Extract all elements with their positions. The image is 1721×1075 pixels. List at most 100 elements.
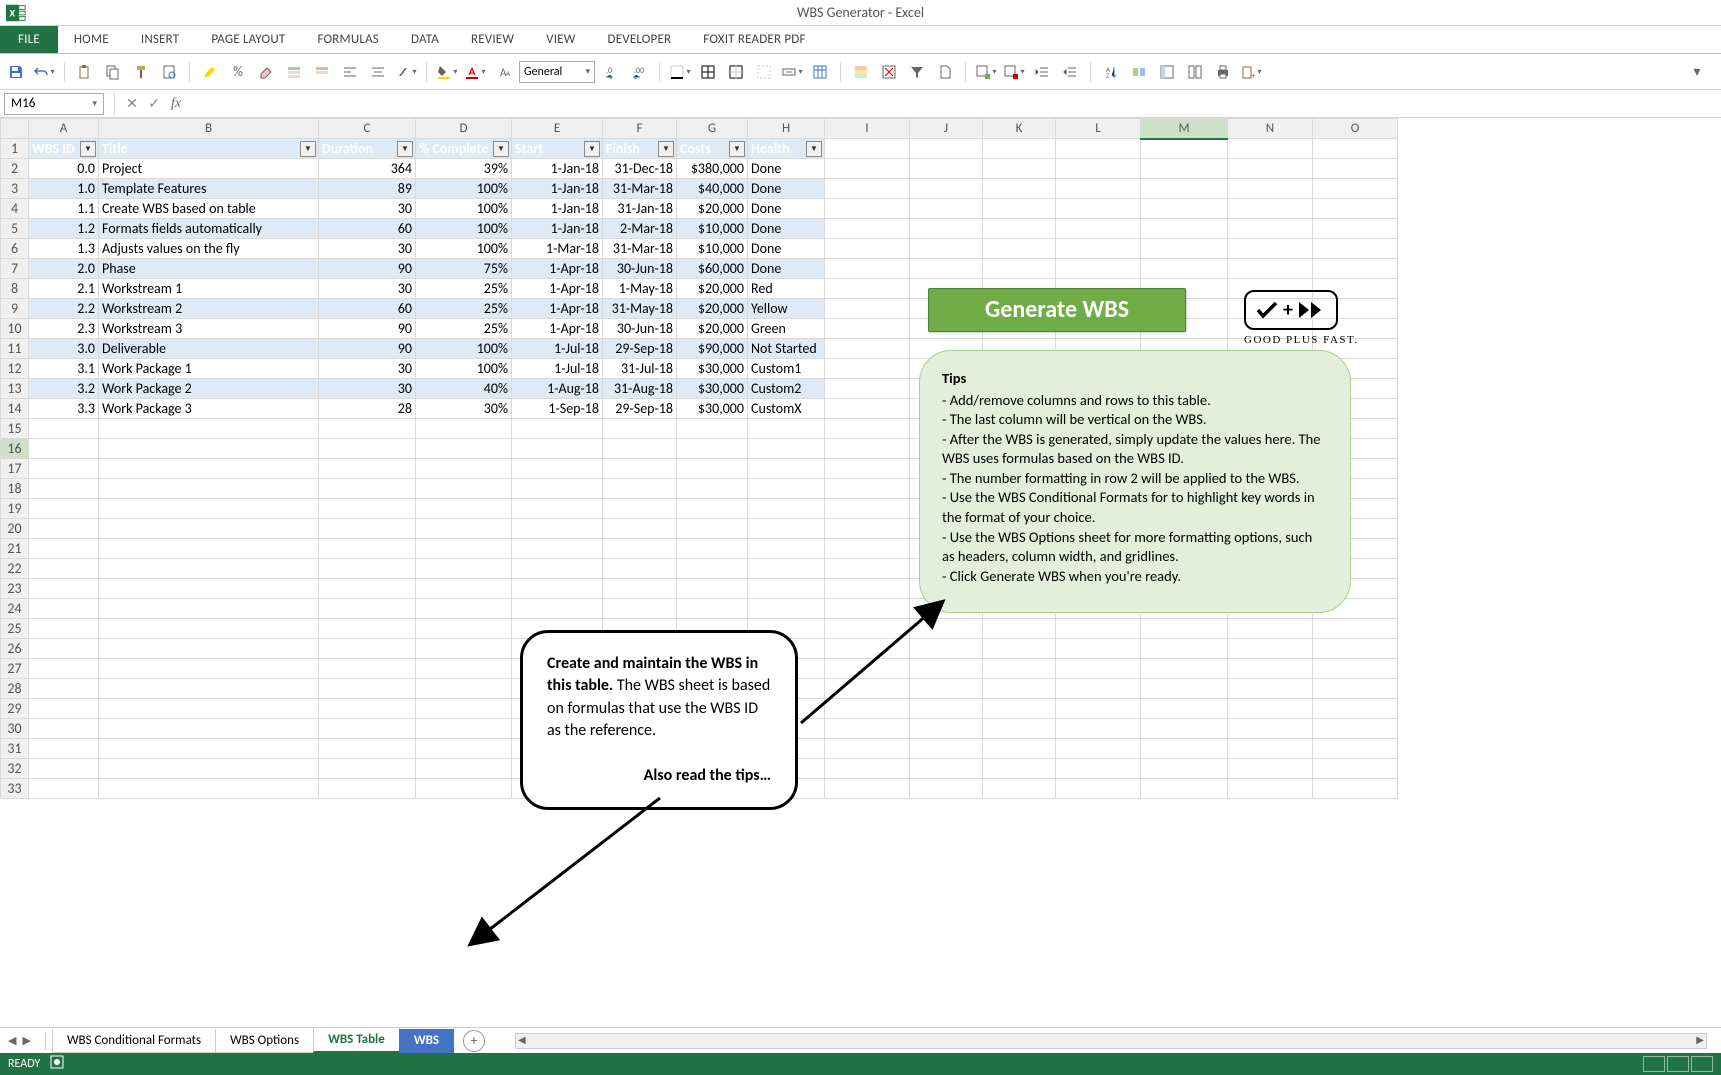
cell-E2[interactable]: 1-Jan-18 — [512, 159, 603, 179]
merge-center-icon[interactable]: ▾ — [780, 60, 804, 84]
cell-K4[interactable] — [983, 199, 1056, 219]
cell-F4[interactable]: 31-Jan-18 — [603, 199, 677, 219]
cell-A6[interactable]: 1.3 — [29, 239, 99, 259]
autosum-icon[interactable] — [1127, 60, 1151, 84]
row-header-8[interactable]: 8 — [1, 279, 29, 299]
align-left-icon[interactable] — [338, 60, 362, 84]
cell-F16[interactable] — [603, 439, 677, 459]
cell-I13[interactable] — [825, 379, 910, 399]
row-header-12[interactable]: 12 — [1, 359, 29, 379]
row-header-11[interactable]: 11 — [1, 339, 29, 359]
row-header-19[interactable]: 19 — [1, 499, 29, 519]
cell-H22[interactable] — [748, 559, 825, 579]
cell-B19[interactable] — [99, 499, 319, 519]
freeze-panes-icon[interactable] — [1155, 60, 1179, 84]
cell-G22[interactable] — [677, 559, 748, 579]
cell-I10[interactable] — [825, 319, 910, 339]
cell-C4[interactable]: 30 — [319, 199, 416, 219]
cell-B16[interactable] — [99, 439, 319, 459]
cell-J30[interactable] — [910, 719, 983, 739]
cell-F20[interactable] — [603, 519, 677, 539]
col-header-J[interactable]: J — [910, 119, 983, 139]
cell-F17[interactable] — [603, 459, 677, 479]
cell-F9[interactable]: 31-May-18 — [603, 299, 677, 319]
row-header-31[interactable]: 31 — [1, 739, 29, 759]
cell-N6[interactable] — [1228, 239, 1313, 259]
cell-D30[interactable] — [416, 719, 512, 739]
cell-F8[interactable]: 1-May-18 — [603, 279, 677, 299]
cell-K7[interactable] — [983, 259, 1056, 279]
cell-N28[interactable] — [1228, 679, 1313, 699]
font-color-icon[interactable]: A▾ — [463, 60, 487, 84]
cell-J3[interactable] — [910, 179, 983, 199]
cell-G16[interactable] — [677, 439, 748, 459]
row-header-13[interactable]: 13 — [1, 379, 29, 399]
cell-C3[interactable]: 89 — [319, 179, 416, 199]
col-header-O[interactable]: O — [1313, 119, 1398, 139]
cell-F19[interactable] — [603, 499, 677, 519]
cell-E19[interactable] — [512, 499, 603, 519]
cell-I31[interactable] — [825, 739, 910, 759]
cell-M33[interactable] — [1141, 779, 1228, 799]
cell-I24[interactable] — [825, 599, 910, 619]
cell-E10[interactable]: 1-Apr-18 — [512, 319, 603, 339]
cell-E20[interactable] — [512, 519, 603, 539]
orientation-icon[interactable]: ▾ — [394, 60, 418, 84]
filter-dropdown-icon[interactable]: ▼ — [493, 141, 509, 157]
cell-B22[interactable] — [99, 559, 319, 579]
insert-rows-icon[interactable] — [282, 60, 306, 84]
row-header-14[interactable]: 14 — [1, 399, 29, 419]
cell-O30[interactable] — [1313, 719, 1398, 739]
font-size-icon[interactable]: AA — [491, 60, 515, 84]
cell-C13[interactable]: 30 — [319, 379, 416, 399]
row-header-30[interactable]: 30 — [1, 719, 29, 739]
percent-icon[interactable]: % — [226, 60, 250, 84]
cell-B31[interactable] — [99, 739, 319, 759]
cell-A7[interactable]: 2.0 — [29, 259, 99, 279]
cell-I19[interactable] — [825, 499, 910, 519]
cell-N32[interactable] — [1228, 759, 1313, 779]
cell-H14[interactable]: CustomX — [748, 399, 825, 419]
sheet-icon[interactable] — [933, 60, 957, 84]
cell-B14[interactable]: Work Package 3 — [99, 399, 319, 419]
cell-L6[interactable] — [1056, 239, 1141, 259]
cell-I9[interactable] — [825, 299, 910, 319]
cell-K32[interactable] — [983, 759, 1056, 779]
row-header-15[interactable]: 15 — [1, 419, 29, 439]
cell-E1[interactable]: Start▼ — [512, 139, 603, 159]
cell-G9[interactable]: $20,000 — [677, 299, 748, 319]
macro-record-icon[interactable] — [50, 1055, 64, 1073]
cell-L1[interactable] — [1056, 139, 1141, 159]
cell-L7[interactable] — [1056, 259, 1141, 279]
ribbon-tab-data[interactable]: DATA — [395, 26, 455, 53]
cell-I33[interactable] — [825, 779, 910, 799]
cell-E17[interactable] — [512, 459, 603, 479]
cell-K31[interactable] — [983, 739, 1056, 759]
sheet-nav-first-icon[interactable]: ◀ — [8, 1034, 16, 1047]
cell-N29[interactable] — [1228, 699, 1313, 719]
cell-H19[interactable] — [748, 499, 825, 519]
cell-E7[interactable]: 1-Apr-18 — [512, 259, 603, 279]
cell-A8[interactable]: 2.1 — [29, 279, 99, 299]
cell-M5[interactable] — [1141, 219, 1228, 239]
cell-D5[interactable]: 100% — [416, 219, 512, 239]
cell-B23[interactable] — [99, 579, 319, 599]
cell-D15[interactable] — [416, 419, 512, 439]
cell-B3[interactable]: Template Features — [99, 179, 319, 199]
sheet-nav-prev-icon[interactable]: ▶ — [22, 1034, 30, 1047]
generate-wbs-button[interactable]: Generate WBS — [928, 288, 1186, 332]
cell-F13[interactable]: 31-Aug-18 — [603, 379, 677, 399]
view-page-break-icon[interactable] — [1691, 1056, 1713, 1072]
cell-B24[interactable] — [99, 599, 319, 619]
cell-I25[interactable] — [825, 619, 910, 639]
cell-A13[interactable]: 3.2 — [29, 379, 99, 399]
cell-B26[interactable] — [99, 639, 319, 659]
cell-B10[interactable]: Workstream 3 — [99, 319, 319, 339]
cell-A18[interactable] — [29, 479, 99, 499]
cell-F11[interactable]: 29-Sep-18 — [603, 339, 677, 359]
cell-G13[interactable]: $30,000 — [677, 379, 748, 399]
cell-G20[interactable] — [677, 519, 748, 539]
cell-E6[interactable]: 1-Mar-18 — [512, 239, 603, 259]
row-header-20[interactable]: 20 — [1, 519, 29, 539]
sheet-tab-conditional-formats[interactable]: WBS Conditional Formats — [52, 1029, 216, 1053]
